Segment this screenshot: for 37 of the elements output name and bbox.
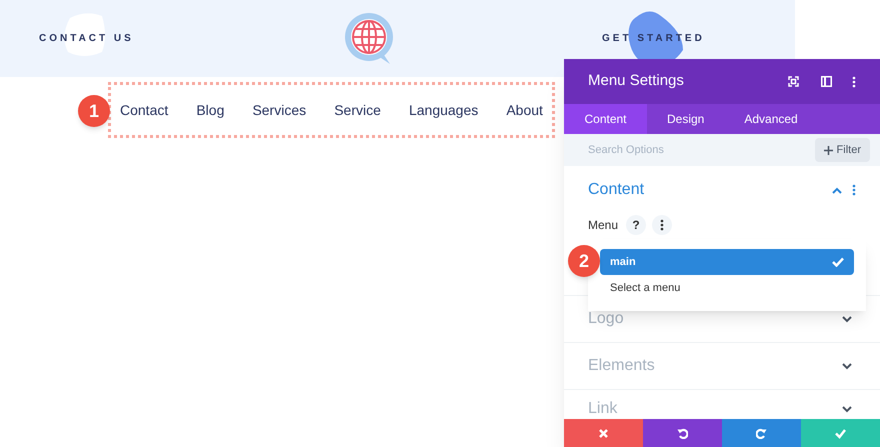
plus-icon — [824, 146, 833, 154]
chevron-down-icon[interactable] — [842, 316, 852, 322]
dropdown-option[interactable]: Select a menu — [600, 275, 854, 301]
close-icon — [598, 428, 609, 438]
panel-tab[interactable]: Content — [564, 104, 647, 134]
menu-link[interactable]: Languages — [408, 100, 478, 120]
panel-tab[interactable]: Design — [647, 104, 724, 134]
help-button[interactable]: ? — [626, 215, 646, 235]
redo-icon — [756, 428, 767, 438]
field-label: Menu — [588, 217, 618, 234]
panel-tab[interactable]: Advanced — [724, 104, 818, 134]
more-icon[interactable] — [660, 219, 664, 231]
layout-icon[interactable] — [821, 76, 832, 87]
callout-badge: 1 — [78, 95, 110, 127]
focus-icon[interactable] — [788, 76, 799, 87]
menu-link[interactable]: Service — [334, 100, 381, 120]
chevron-down-icon[interactable] — [842, 362, 852, 370]
chevron-down-icon[interactable] — [842, 406, 852, 412]
menu-link[interactable]: Blog — [196, 100, 224, 120]
redo-button[interactable] — [722, 419, 801, 447]
menu-link[interactable]: About — [506, 100, 543, 120]
dropdown-option[interactable]: main — [600, 249, 854, 275]
menu-link[interactable]: Contact — [120, 100, 168, 120]
more-icon[interactable] — [852, 76, 856, 88]
search-field[interactable]: Search Options Filter — [564, 134, 880, 166]
panel-title: Menu Settings — [588, 71, 685, 92]
chevron-up-icon[interactable] — [832, 186, 842, 194]
section-title[interactable]: Content — [588, 178, 832, 202]
check-icon — [835, 428, 846, 438]
callout-badge: 2 — [568, 245, 600, 277]
contact-us-link[interactable]: CONTACT US — [39, 31, 134, 46]
check-icon — [832, 257, 844, 267]
menu-link[interactable]: Services — [252, 100, 306, 120]
undo-button[interactable] — [643, 419, 722, 447]
globe-chat-icon — [344, 12, 396, 66]
filter-button[interactable]: Filter — [814, 138, 870, 162]
undo-icon — [677, 428, 688, 438]
